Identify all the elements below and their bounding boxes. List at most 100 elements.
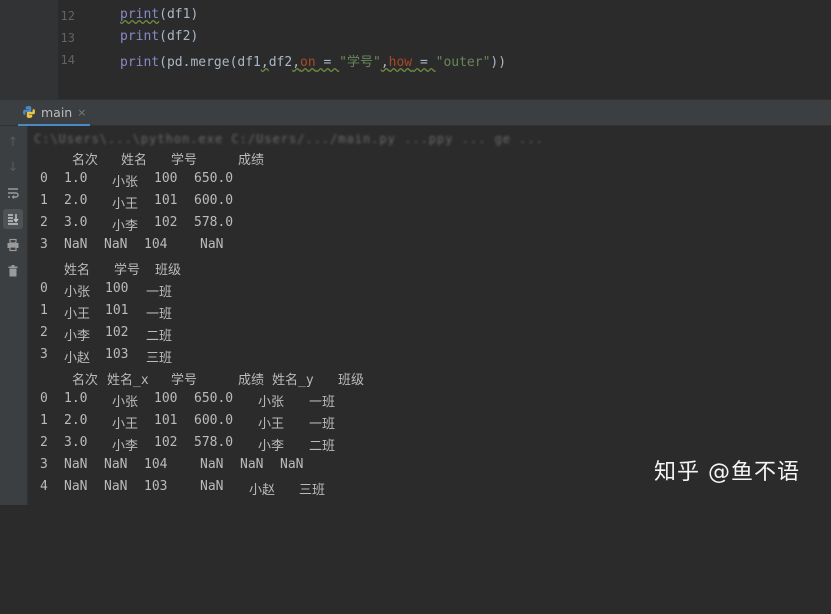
code-token: how bbox=[388, 55, 413, 70]
run-tab-label: main bbox=[41, 104, 73, 120]
soft-wrap-glyph bbox=[8, 188, 19, 199]
row-index: 1 bbox=[40, 193, 48, 208]
cell: 一班 bbox=[146, 307, 173, 322]
cell: 102 bbox=[154, 435, 178, 450]
column-header: 姓名_y bbox=[272, 373, 314, 388]
scroll-to-end-icon[interactable] bbox=[3, 209, 23, 229]
cell: NaN bbox=[200, 457, 224, 472]
column-header: 姓名 bbox=[64, 263, 91, 278]
cell: 103 bbox=[144, 479, 168, 494]
column-header: 姓名 bbox=[121, 153, 148, 168]
column-header: 班级 bbox=[338, 373, 365, 388]
cell: 小王 bbox=[112, 417, 139, 432]
cell: 小赵 bbox=[249, 483, 276, 498]
column-header: 名次 bbox=[72, 373, 99, 388]
cell: 2.0 bbox=[64, 193, 88, 208]
cell: 3.0 bbox=[64, 215, 88, 230]
arrow-up-icon[interactable]: ↑ bbox=[3, 132, 23, 152]
cell: 一班 bbox=[309, 395, 336, 410]
print-icon[interactable] bbox=[3, 235, 23, 255]
table-row: 4 NaN NaN 103 NaN 小赵 三班 bbox=[28, 479, 325, 501]
cell: 101 bbox=[154, 413, 178, 428]
row-index: 3 bbox=[40, 457, 48, 472]
table-row: 1 2.0 小王 101 600.0 bbox=[28, 193, 233, 215]
soft-wrap-icon[interactable] bbox=[3, 183, 23, 203]
code-token: on bbox=[300, 55, 316, 70]
table-row: 0 1.0 小张 100 650.0 bbox=[28, 171, 233, 193]
row-index: 1 bbox=[40, 303, 48, 318]
code-token: , bbox=[260, 55, 269, 70]
column-header: 名次 bbox=[72, 153, 99, 168]
table-row: 3 NaN NaN 104 NaN NaN NaN bbox=[28, 457, 303, 479]
cell: 103 bbox=[105, 347, 129, 362]
code-token: "学号" bbox=[339, 55, 381, 70]
console-output[interactable]: C:\Users\...\python.exe C:/Users/.../mai… bbox=[28, 126, 831, 505]
cell: 650.0 bbox=[194, 171, 234, 186]
cell: 578.0 bbox=[194, 435, 234, 450]
table-row: 3 小赵 103 三班 bbox=[28, 347, 172, 369]
code-token: )) bbox=[490, 55, 507, 70]
cell: 二班 bbox=[146, 329, 173, 344]
cell: 小张 bbox=[112, 175, 139, 190]
cell: 102 bbox=[154, 215, 178, 230]
row-index: 0 bbox=[40, 171, 48, 186]
line-gutter bbox=[0, 0, 58, 99]
table-row: 2 3.0 小李 102 578.0 bbox=[28, 215, 233, 237]
table-header: 姓名 学号 班级 bbox=[28, 259, 181, 281]
code-line-12-rest: (df1) bbox=[159, 7, 199, 22]
column-header: 成绩 bbox=[238, 153, 265, 168]
cell: 小李 bbox=[112, 219, 139, 234]
row-index: 1 bbox=[40, 413, 48, 428]
cell: 三班 bbox=[299, 483, 326, 498]
cell: 650.0 bbox=[194, 391, 234, 406]
column-header: 学号 bbox=[114, 263, 141, 278]
row-index: 2 bbox=[40, 435, 48, 450]
table-row: 2 3.0 小李 102 578.0 小李 二班 bbox=[28, 435, 335, 457]
cell: 三班 bbox=[146, 351, 173, 366]
table-row: 1 2.0 小王 101 600.0 小王 一班 bbox=[28, 413, 335, 435]
table-row: 0 1.0 小张 100 650.0 小张 一班 bbox=[28, 391, 335, 413]
code-token: (pd.merge(df1 bbox=[159, 55, 261, 70]
trash-glyph bbox=[8, 265, 18, 277]
arrow-down-icon[interactable]: ↓ bbox=[3, 157, 23, 177]
cell: 小王 bbox=[64, 307, 91, 322]
run-tab-main[interactable]: main × bbox=[18, 100, 91, 127]
cell: NaN bbox=[104, 457, 128, 472]
code-token: , bbox=[292, 55, 301, 70]
cell: 100 bbox=[154, 391, 178, 406]
cell: 小王 bbox=[112, 197, 139, 212]
column-header: 成绩 bbox=[238, 373, 265, 388]
cell: 578.0 bbox=[194, 215, 234, 230]
code-line-13-rest: (df2) bbox=[159, 29, 199, 44]
cell: NaN bbox=[280, 457, 304, 472]
cell: 101 bbox=[154, 193, 178, 208]
code-line[interactable]: print(df2) bbox=[120, 29, 198, 44]
row-index: 4 bbox=[40, 479, 48, 494]
cell: 104 bbox=[144, 457, 168, 472]
cell: 1.0 bbox=[64, 171, 88, 186]
code-editor[interactable]: 12 print(df1) 13 print(df2) 14 print(pd.… bbox=[0, 0, 831, 99]
print-glyph bbox=[7, 238, 19, 252]
table-header: 名次 姓名_x 学号 成绩 姓名_y 班级 bbox=[28, 369, 364, 391]
watermark: 知乎 @鱼不语 bbox=[654, 460, 800, 485]
run-tool-header: main × bbox=[0, 99, 831, 127]
close-icon[interactable]: × bbox=[77, 106, 86, 119]
cell: 小张 bbox=[258, 395, 285, 410]
column-header: 班级 bbox=[155, 263, 182, 278]
cell: NaN bbox=[200, 237, 224, 252]
table-row: 2 小李 102 二班 bbox=[28, 325, 172, 347]
cell: 小李 bbox=[64, 329, 91, 344]
trash-icon[interactable] bbox=[3, 261, 23, 281]
row-index: 3 bbox=[40, 237, 48, 252]
row-index: 3 bbox=[40, 347, 48, 362]
code-token: = bbox=[315, 55, 340, 70]
cell: 3.0 bbox=[64, 435, 88, 450]
code-line[interactable]: print(pd.merge(df1,df2,on = "学号",how = "… bbox=[120, 51, 506, 70]
row-index: 0 bbox=[40, 281, 48, 296]
row-index: 2 bbox=[40, 325, 48, 340]
cell: 小张 bbox=[112, 395, 139, 410]
cell: NaN bbox=[64, 479, 88, 494]
code-line[interactable]: print(df1) bbox=[120, 7, 198, 22]
code-token: df2 bbox=[268, 55, 293, 70]
cell: 一班 bbox=[309, 417, 336, 432]
